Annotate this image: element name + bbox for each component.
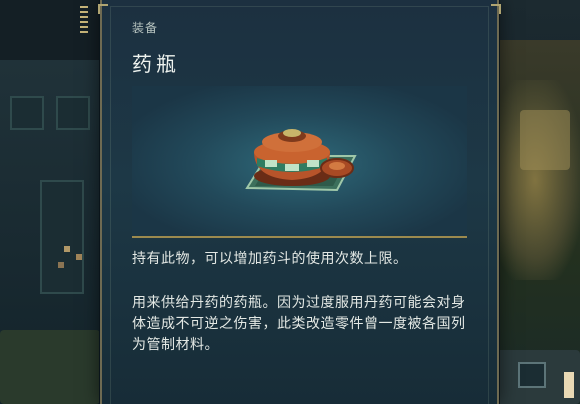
item-effect-text: 持有此物，可以增加药斗的使用次数上限。 (132, 251, 408, 267)
character-fragment (564, 372, 574, 398)
item-detail-panel: 装备 药瓶 持有此物，可以增加药斗的使用次数上限。 用来供给丹药的药瓶。因为过度… (98, 0, 501, 404)
item-artwork (132, 86, 467, 236)
item-name: 药瓶 (132, 52, 180, 76)
hud-indicator (80, 6, 88, 36)
background-pixel (76, 254, 82, 260)
medicine-jar-icon (245, 129, 357, 192)
panel-corner-ornament (491, 4, 501, 14)
section-divider (132, 236, 467, 238)
background-tile (56, 96, 90, 130)
background-tile (518, 362, 546, 388)
background-tile (10, 96, 44, 130)
item-category: 装备 (132, 21, 159, 35)
item-lore-text: 用来供给丹药的药瓶。因为过度服用丹药可能会对身体造成不可逆之伤害，此类改造零件曾… (132, 295, 466, 353)
background-pixel (58, 262, 64, 268)
background-rubble (0, 330, 100, 404)
background-pixel (64, 246, 70, 252)
panel-corner-ornament (98, 4, 108, 14)
background-pillar (40, 180, 84, 294)
background-window (520, 110, 570, 170)
